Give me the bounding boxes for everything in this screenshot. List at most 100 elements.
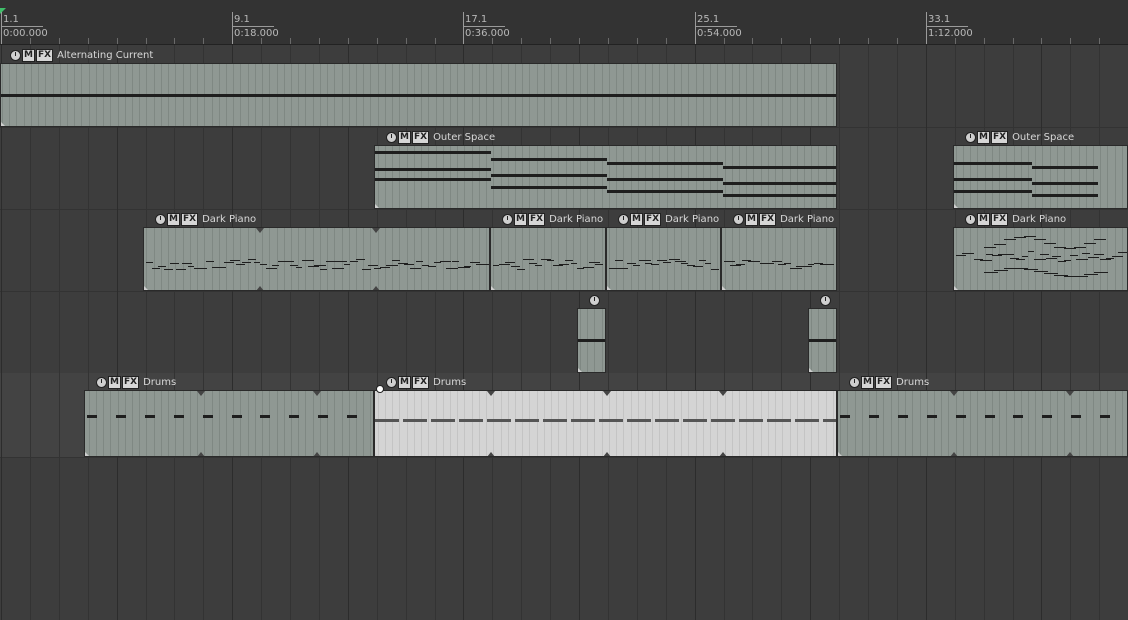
media-item[interactable] [721,227,837,291]
item-lock-clock-icon[interactable] [618,213,629,225]
fade-handle[interactable] [375,204,380,208]
take-marker-bottom[interactable] [487,452,495,456]
item-fx-button[interactable]: FX [180,212,199,226]
item-grid-line [284,228,285,290]
midi-note [200,268,207,269]
item-header[interactable]: M FX Outer Space [386,130,495,144]
item-lock-clock-icon[interactable] [733,213,744,225]
take-marker-bottom[interactable] [197,452,205,456]
media-item[interactable] [374,390,837,457]
item-mute-button[interactable]: M [514,212,527,226]
media-item[interactable] [0,63,837,127]
item-mute-button[interactable]: M [630,212,643,226]
take-marker-top[interactable] [1066,391,1074,396]
fade-handle[interactable] [838,452,843,456]
item-mute-button[interactable]: M [745,212,758,226]
item-header[interactable] [820,293,831,307]
take-marker-top[interactable] [719,391,727,396]
item-lock-clock-icon[interactable] [965,213,976,225]
item-header[interactable]: M FX Dark Piano [965,212,1066,226]
take-marker-bottom[interactable] [313,452,321,456]
fade-handle[interactable] [375,452,380,456]
media-item[interactable] [953,227,1128,291]
item-fx-button[interactable]: FX [35,48,54,62]
item-header[interactable]: M FX Dark Piano [733,212,834,226]
take-marker-top[interactable] [372,228,380,233]
item-lock-clock-icon[interactable] [10,49,21,61]
item-header[interactable]: M FX Dark Piano [502,212,603,226]
item-fx-button[interactable]: FX [121,375,140,389]
item-lock-clock-icon[interactable] [386,131,397,143]
item-name: Drums [433,376,467,388]
media-item[interactable] [84,390,374,457]
item-mute-button[interactable]: M [108,375,121,389]
item-fx-button[interactable]: FX [874,375,893,389]
item-header[interactable]: M FX Drums [849,375,929,389]
item-header[interactable]: M FX Dark Piano [155,212,256,226]
media-item[interactable] [808,308,837,373]
item-mute-button[interactable]: M [167,212,180,226]
item-mute-button[interactable]: M [977,212,990,226]
fade-handle[interactable] [491,286,496,290]
item-fx-button[interactable]: FX [990,212,1009,226]
midi-note [242,262,251,263]
track-lane[interactable] [0,291,1128,373]
item-fx-button[interactable]: FX [411,130,430,144]
item-lock-clock-icon[interactable] [96,376,107,388]
item-mute-button[interactable]: M [398,130,411,144]
take-marker-top[interactable] [197,391,205,396]
fade-handle[interactable] [722,286,727,290]
fade-handle[interactable] [607,286,612,290]
item-header[interactable]: M FX Drums [386,375,466,389]
item-header[interactable]: M FX Drums [96,375,176,389]
item-lock-clock-icon[interactable] [589,294,600,306]
take-marker-bottom[interactable] [950,452,958,456]
fade-handle[interactable] [578,368,583,372]
fade-handle[interactable] [144,286,149,290]
item-lock-clock-icon[interactable] [502,213,513,225]
media-item[interactable] [606,227,721,291]
take-marker-top[interactable] [313,391,321,396]
item-lock-clock-icon[interactable] [820,294,831,306]
item-fx-button[interactable]: FX [527,212,546,226]
item-envelope-point[interactable] [376,385,384,393]
take-marker-top[interactable] [487,391,495,396]
item-fx-button[interactable]: FX [990,130,1009,144]
media-item[interactable] [837,390,1128,457]
media-item[interactable] [953,145,1128,209]
timeline-ruler[interactable]: 1.1 0:00.000 9.1 0:18.000 17.1 0:36.000 25.1 0:… [0,0,1128,45]
item-mute-button[interactable]: M [861,375,874,389]
media-item[interactable] [374,145,837,209]
item-mute-button[interactable]: M [22,48,35,62]
fade-handle[interactable] [954,204,959,208]
item-fx-button[interactable]: FX [758,212,777,226]
media-item[interactable] [143,227,490,291]
item-header[interactable]: M FX Alternating Current [10,48,153,62]
item-fx-button[interactable]: FX [643,212,662,226]
item-header[interactable]: M FX Dark Piano [618,212,719,226]
item-mute-button[interactable]: M [398,375,411,389]
fade-handle[interactable] [1,122,6,126]
fade-handle[interactable] [809,368,814,372]
item-fx-button[interactable]: FX [411,375,430,389]
item-header[interactable] [589,293,600,307]
fade-handle[interactable] [85,452,90,456]
media-item[interactable] [577,308,606,373]
take-marker-bottom[interactable] [603,452,611,456]
take-marker-bottom[interactable] [256,286,264,290]
take-marker-bottom[interactable] [372,286,380,290]
item-lock-clock-icon[interactable] [849,376,860,388]
take-marker-top[interactable] [950,391,958,396]
item-header[interactable]: M FX Outer Space [965,130,1074,144]
item-lock-clock-icon[interactable] [965,131,976,143]
take-marker-top[interactable] [256,228,264,233]
take-marker-top[interactable] [603,391,611,396]
take-marker-bottom[interactable] [1066,452,1074,456]
fade-handle[interactable] [954,286,959,290]
item-lock-clock-icon[interactable] [155,213,166,225]
item-lock-clock-icon[interactable] [386,376,397,388]
arrange-view[interactable]: M FX Alternating Current M FX Outer Space M FX O… [0,45,1128,620]
media-item[interactable] [490,227,606,291]
item-mute-button[interactable]: M [977,130,990,144]
take-marker-bottom[interactable] [719,452,727,456]
